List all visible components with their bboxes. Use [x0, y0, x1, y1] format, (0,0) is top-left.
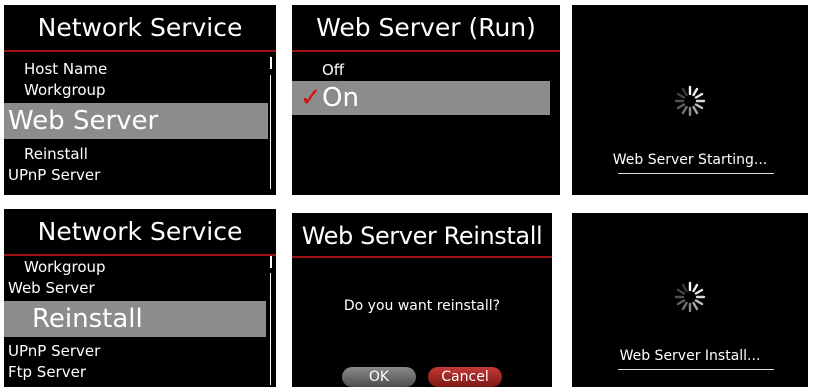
screen-title: Network Service — [37, 13, 243, 42]
menu-item-host-name[interactable]: Host Name — [24, 59, 107, 79]
loading-spinner-icon — [673, 84, 707, 118]
scrollbar-top-marker — [270, 256, 272, 268]
checkmark-icon: ✓ — [300, 83, 322, 113]
status-underline — [618, 173, 774, 174]
status-text: Web Server Starting... — [612, 152, 768, 168]
option-off[interactable]: Off — [322, 60, 344, 80]
menu-item-web-server[interactable]: Web Server — [8, 104, 158, 138]
menu-item-reinstall[interactable]: Reinstall — [32, 302, 143, 336]
cancel-button[interactable]: Cancel — [428, 367, 502, 387]
title-divider — [292, 50, 560, 52]
loading-spinner-icon — [673, 280, 707, 314]
screen-title: Web Server Reinstall — [301, 222, 543, 250]
network-service-screen-2: Network Service Workgroup Web Server Rei… — [4, 209, 276, 387]
menu-item-upnp-server[interactable]: UPnP Server — [8, 341, 100, 361]
title-divider — [292, 256, 552, 258]
option-on[interactable]: On — [322, 81, 359, 115]
status-underline — [618, 369, 774, 370]
title-divider — [4, 254, 276, 256]
menu-item-upnp-server[interactable]: UPnP Server — [8, 165, 100, 185]
menu-item-reinstall[interactable]: Reinstall — [24, 144, 88, 164]
menu-item-workgroup[interactable]: Workgroup — [24, 80, 106, 100]
menu-item-web-server[interactable]: Web Server — [8, 278, 95, 298]
menu-item-ftp-server[interactable]: Ftp Server — [8, 362, 86, 382]
scrollbar-track[interactable] — [270, 273, 271, 385]
status-text: Web Server Install... — [619, 348, 761, 364]
web-server-reinstall-screen: Web Server Reinstall Do you want reinsta… — [292, 213, 552, 387]
screen-title: Web Server (Run) — [316, 13, 536, 42]
title-divider — [4, 50, 276, 52]
menu-item-workgroup[interactable]: Workgroup — [24, 257, 106, 277]
web-server-starting-screen: Web Server Starting... — [572, 5, 808, 195]
network-service-screen-1: Network Service Host Name Workgroup Web … — [4, 5, 276, 195]
scrollbar-top-marker — [270, 57, 272, 69]
web-server-run-screen: Web Server (Run) Off ✓ On — [292, 5, 560, 195]
confirm-question: Do you want reinstall? — [343, 298, 501, 314]
ok-button[interactable]: OK — [342, 367, 416, 387]
screen-title: Network Service — [37, 217, 243, 246]
web-server-install-screen: Web Server Install... — [572, 213, 808, 387]
scrollbar-track[interactable] — [270, 75, 271, 189]
